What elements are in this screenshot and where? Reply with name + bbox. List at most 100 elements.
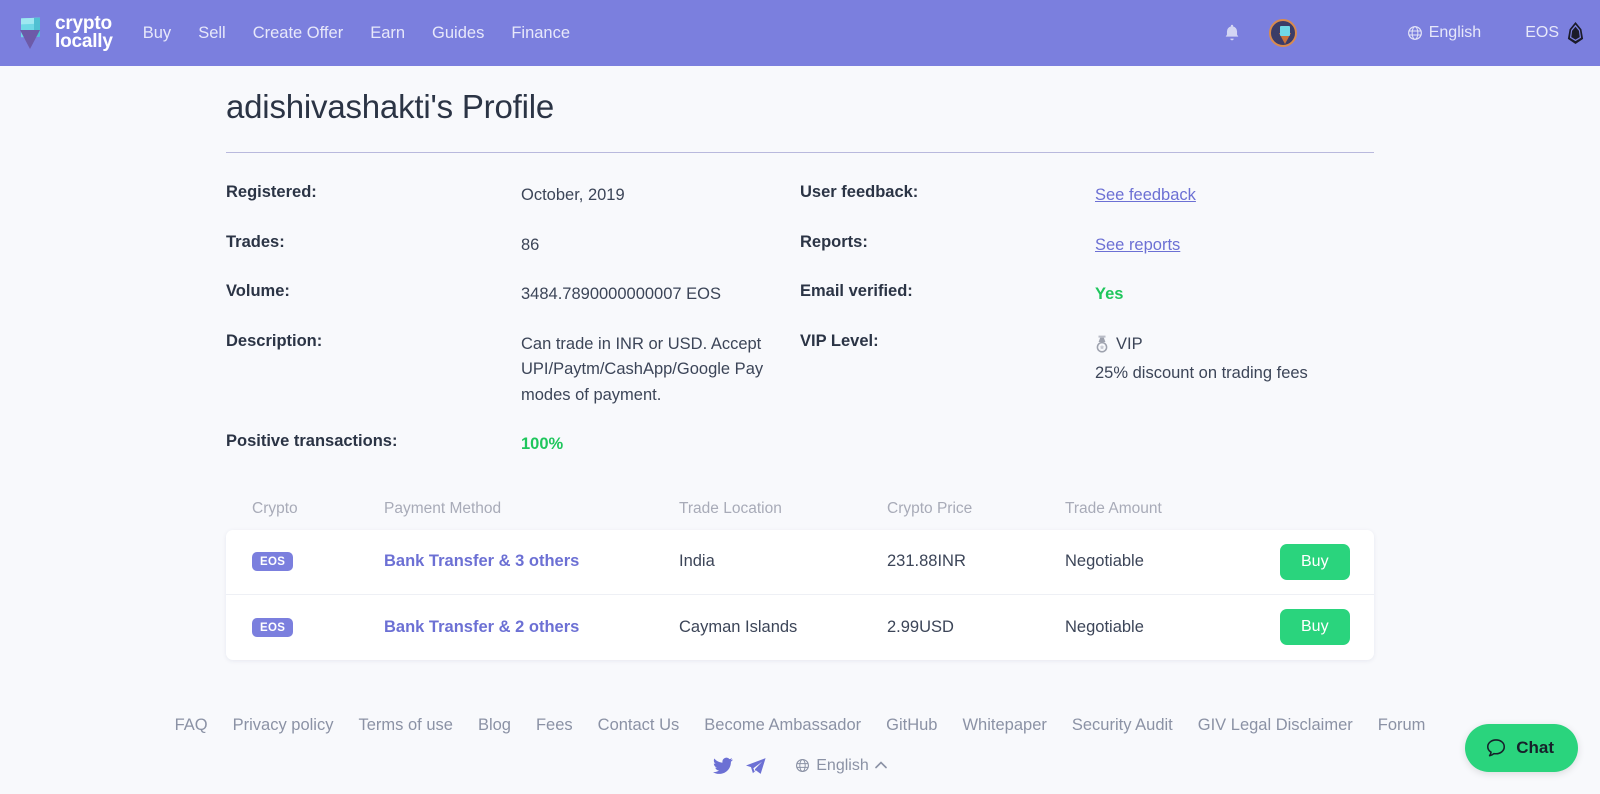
top-navigation-bar: crypto locally Buy Sell Create Offer Ear…	[0, 0, 1600, 66]
nav-right-cluster: English EOS	[1221, 19, 1584, 47]
table-row[interactable]: EOS Bank Transfer & 3 others India 231.8…	[226, 530, 1374, 595]
vip-level-label: VIP	[1116, 334, 1143, 353]
column-header-trade-location: Trade Location	[679, 499, 782, 517]
payment-method-link[interactable]: Bank Transfer & 2 others	[384, 618, 579, 636]
profile-info-grid: Registered: October, 2019 Trades: 86 Vol…	[226, 183, 1374, 482]
language-selector[interactable]: English	[1407, 24, 1481, 42]
info-row-user-feedback: User feedback: See feedback	[800, 183, 1374, 209]
info-value-vip-level: VIP 25% discount on trading fees	[1095, 332, 1308, 384]
row-trade-amount-cell: Negotiable	[1065, 552, 1144, 571]
user-avatar[interactable]	[1268, 19, 1297, 47]
footer-link-contact-us[interactable]: Contact Us	[598, 716, 680, 735]
telegram-icon[interactable]	[746, 757, 766, 775]
nav-item-earn[interactable]: Earn	[370, 24, 405, 43]
see-feedback-link[interactable]: See feedback	[1095, 186, 1196, 204]
footer-link-security-audit[interactable]: Security Audit	[1072, 716, 1173, 735]
globe-icon	[796, 759, 810, 773]
footer-link-forum[interactable]: Forum	[1378, 716, 1426, 735]
primary-nav: Buy Sell Create Offer Earn Guides Financ…	[143, 24, 570, 43]
currency-selector-label: EOS	[1525, 24, 1559, 41]
column-header-trade-amount: Trade Amount	[1065, 499, 1162, 517]
footer-link-giv-legal-disclaimer[interactable]: GIV Legal Disclaimer	[1198, 716, 1353, 735]
info-row-email-verified: Email verified: Yes	[800, 282, 1374, 308]
nav-item-buy[interactable]: Buy	[143, 24, 171, 43]
profile-info-right-column: User feedback: See feedback Reports: See…	[800, 183, 1374, 482]
brand-line-2: locally	[55, 31, 113, 52]
see-reports-link[interactable]: See reports	[1095, 236, 1180, 254]
cryptolocally-logo-icon	[18, 16, 48, 50]
page-body: adishivashakti's Profile Registered: Oct…	[0, 66, 1600, 775]
row-action-cell: Buy	[1280, 543, 1350, 580]
row-crypto-cell: EOS	[252, 617, 384, 637]
chat-widget-button[interactable]: Chat	[1465, 724, 1578, 772]
globe-icon	[1407, 26, 1422, 40]
twitter-icon[interactable]	[713, 757, 734, 775]
row-trade-amount-cell: Negotiable	[1065, 617, 1144, 636]
row-payment-method-cell: Bank Transfer & 2 others	[384, 618, 679, 637]
offers-table-card: EOS Bank Transfer & 3 others India 231.8…	[226, 529, 1374, 660]
row-action-cell: Buy	[1280, 609, 1350, 646]
buy-button[interactable]: Buy	[1280, 543, 1350, 580]
footer-bottom-bar: English	[226, 757, 1374, 775]
row-trade-location-cell: Cayman Islands	[679, 617, 798, 636]
info-label-trades: Trades:	[226, 232, 285, 251]
row-crypto-price-cell: 2.99USD	[887, 617, 954, 636]
footer-link-terms-of-use[interactable]: Terms of use	[358, 716, 452, 735]
info-value-registered: October, 2019	[521, 186, 625, 204]
info-value-reports: See reports	[1095, 233, 1180, 259]
profile-info-left-column: Registered: October, 2019 Trades: 86 Vol…	[226, 183, 800, 482]
info-value-description: Can trade in INR or USD. Accept UPI/Payt…	[521, 334, 764, 404]
info-row-description: Description: Can trade in INR or USD. Ac…	[226, 332, 800, 409]
footer-links: FAQ Privacy policy Terms of use Blog Fee…	[175, 716, 1426, 735]
brand-logo-link[interactable]: crypto locally	[18, 14, 113, 52]
vip-level-discount-text: 25% discount on trading fees	[1095, 364, 1308, 383]
column-header-crypto: Crypto	[252, 499, 298, 517]
info-label-volume: Volume:	[226, 282, 290, 301]
table-row[interactable]: EOS Bank Transfer & 2 others Cayman Isla…	[226, 595, 1374, 660]
chat-widget-label: Chat	[1516, 738, 1554, 757]
footer-link-become-ambassador[interactable]: Become Ambassador	[704, 716, 861, 735]
footer-link-privacy-policy[interactable]: Privacy policy	[233, 716, 334, 735]
info-row-trades: Trades: 86	[226, 233, 800, 259]
title-divider	[226, 152, 1374, 153]
info-row-volume: Volume: 3484.7890000000007 EOS	[226, 282, 800, 308]
info-row-positive-transactions: Positive transactions: 100%	[226, 432, 800, 458]
crypto-badge: EOS	[252, 552, 294, 572]
footer-language-selector[interactable]: English	[795, 756, 887, 775]
info-value-user-feedback: See feedback	[1095, 183, 1196, 209]
info-label-description: Description:	[226, 331, 323, 350]
info-value-volume: 3484.7890000000007 EOS	[521, 285, 722, 304]
offers-table: Crypto Payment Method Trade Location Cry…	[226, 500, 1374, 660]
row-crypto-price-cell: 231.88INR	[887, 552, 966, 571]
site-footer: FAQ Privacy policy Terms of use Blog Fee…	[175, 716, 1426, 775]
info-label-user-feedback: User feedback:	[800, 183, 919, 201]
offers-table-header-row: Crypto Payment Method Trade Location Cry…	[226, 500, 1374, 530]
content-container: adishivashakti's Profile Registered: Oct…	[175, 66, 1426, 775]
nav-item-sell[interactable]: Sell	[198, 24, 226, 43]
info-row-reports: Reports: See reports	[800, 233, 1374, 259]
info-label-email-verified: Email verified:	[800, 282, 913, 301]
info-row-registered: Registered: October, 2019	[226, 183, 800, 209]
footer-link-blog[interactable]: Blog	[478, 716, 511, 735]
brand-wordmark: crypto locally	[55, 14, 113, 52]
info-label-reports: Reports:	[800, 232, 868, 251]
footer-link-github[interactable]: GitHub	[886, 716, 937, 735]
nav-item-create-offer[interactable]: Create Offer	[253, 24, 343, 43]
info-label-registered: Registered:	[226, 183, 317, 201]
footer-language-label: English	[816, 756, 869, 774]
eos-token-icon	[1567, 22, 1584, 44]
bell-icon[interactable]	[1221, 22, 1243, 44]
nav-item-guides[interactable]: Guides	[432, 24, 484, 43]
footer-link-fees[interactable]: Fees	[536, 716, 573, 735]
language-selector-label: English	[1428, 24, 1482, 41]
buy-button[interactable]: Buy	[1280, 609, 1350, 646]
currency-selector[interactable]: EOS	[1525, 22, 1584, 44]
footer-link-whitepaper[interactable]: Whitepaper	[962, 716, 1046, 735]
payment-method-link[interactable]: Bank Transfer & 3 others	[384, 552, 579, 570]
info-value-positive-transactions: 100%	[521, 435, 564, 454]
nav-item-finance[interactable]: Finance	[511, 24, 570, 43]
row-trade-location-cell: India	[679, 552, 715, 571]
info-value-trades: 86	[521, 235, 540, 254]
column-header-crypto-price: Crypto Price	[887, 499, 973, 517]
footer-link-faq[interactable]: FAQ	[175, 716, 208, 735]
